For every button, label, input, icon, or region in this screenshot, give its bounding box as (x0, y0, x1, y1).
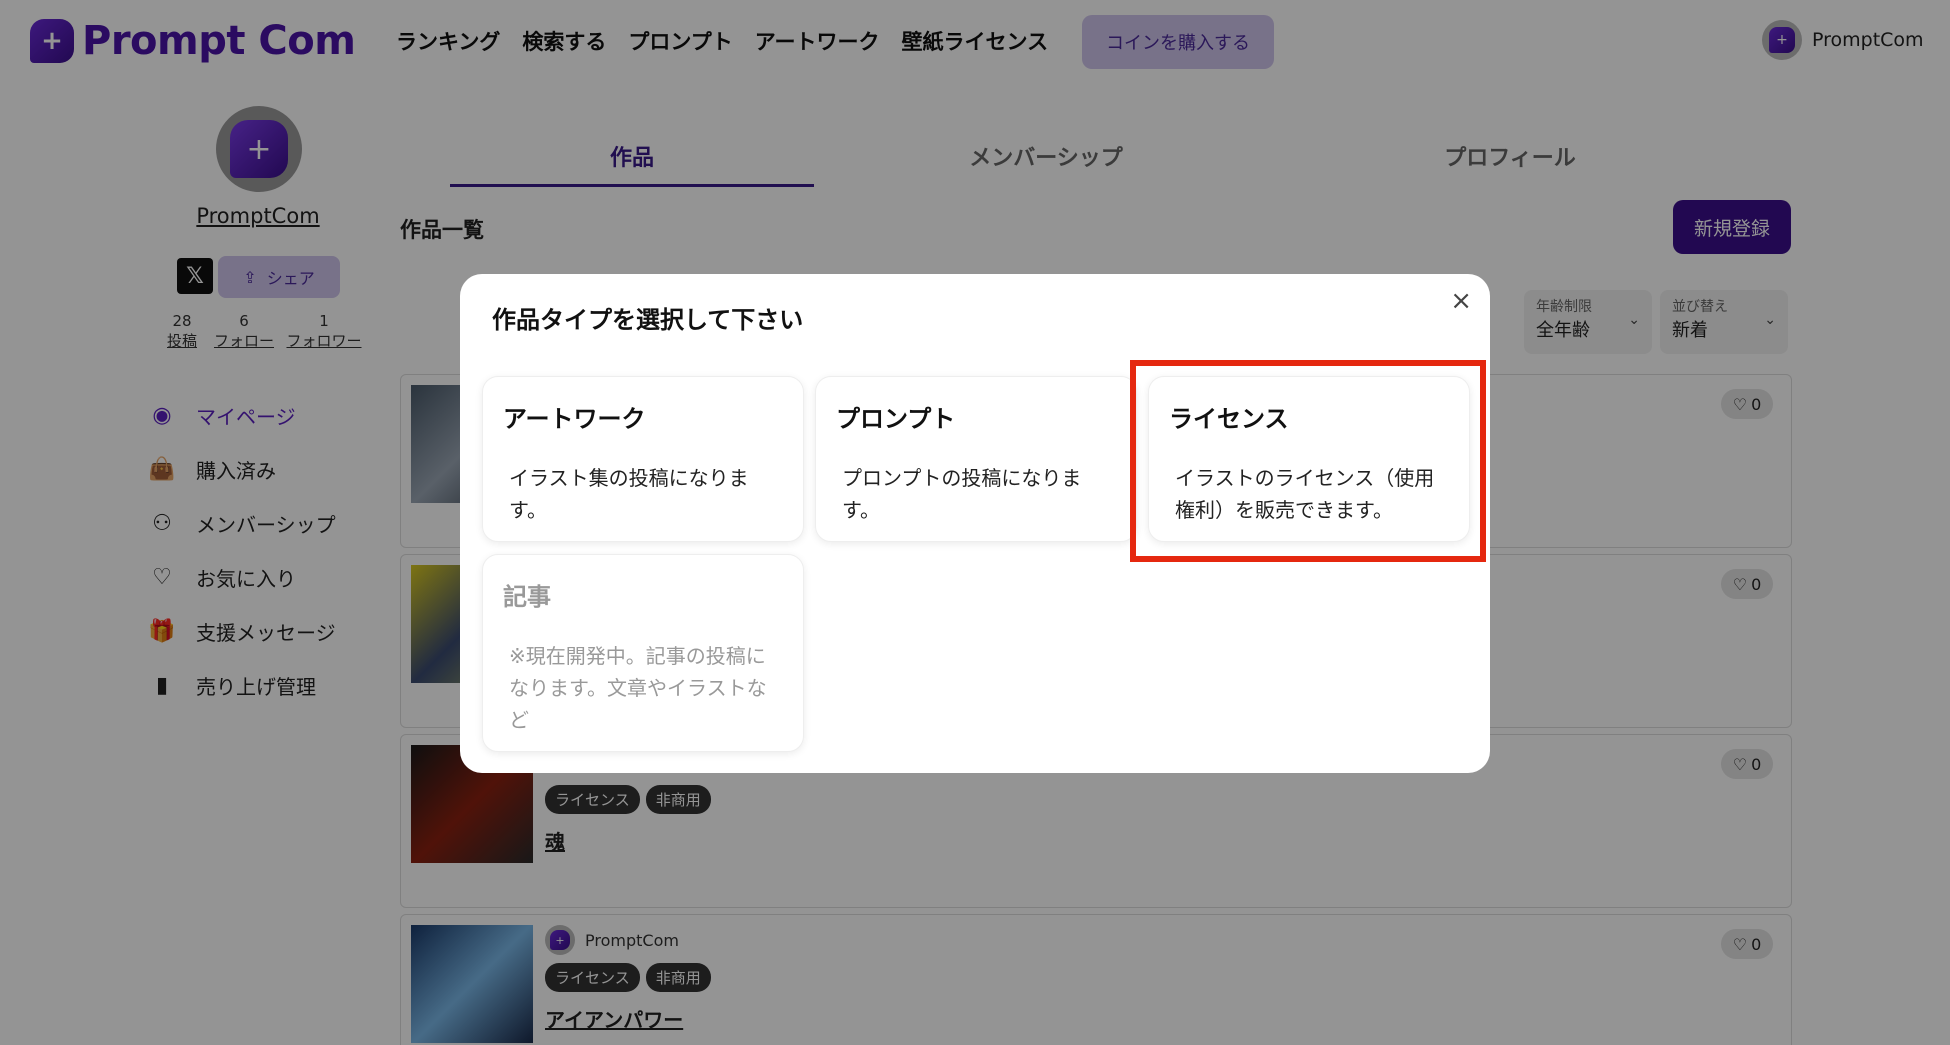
option-description: ※現在開発中。記事の投稿になります。文章やイラストなど (509, 644, 767, 732)
type-option-article: 記事 ※現在開発中。記事の投稿になります。文章やイラストなど (482, 554, 804, 752)
close-icon[interactable]: × (1450, 286, 1472, 316)
option-description: イラスト集の投稿になります。 (509, 466, 749, 522)
modal-title: 作品タイプを選択して下さい (492, 306, 804, 334)
type-option-prompt[interactable]: プロンプト プロンプトの投稿になります。 (815, 376, 1137, 542)
option-title: 記事 (503, 583, 551, 611)
option-title: アートワーク (503, 405, 646, 433)
option-description: プロンプトの投稿になります。 (842, 466, 1082, 522)
highlight-box (1130, 360, 1486, 562)
option-title: プロンプト (836, 405, 956, 433)
type-option-artwork[interactable]: アートワーク イラスト集の投稿になります。 (482, 376, 804, 542)
